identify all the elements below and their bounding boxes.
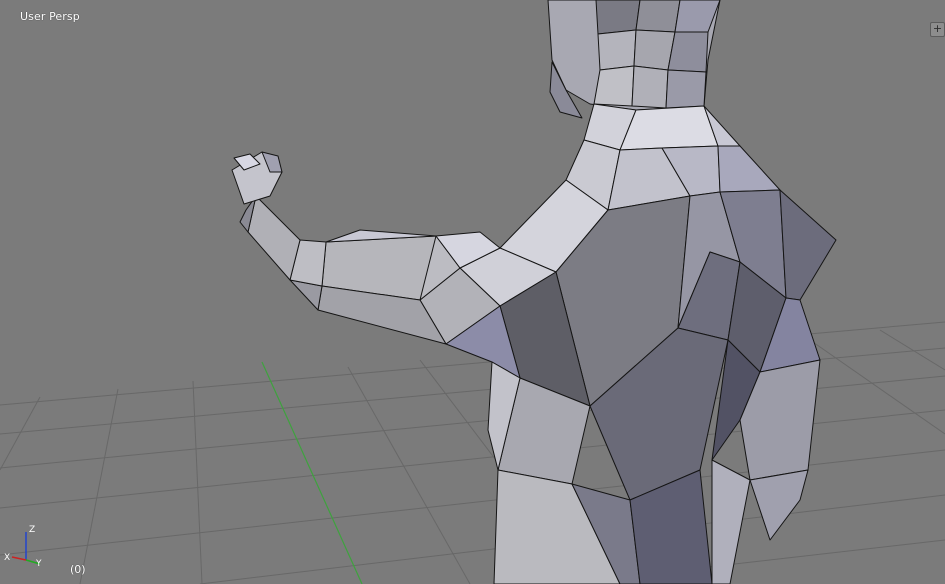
x-axis-line xyxy=(11,556,27,561)
3d-viewport[interactable]: User Persp + Z X Y (0) xyxy=(0,0,945,584)
y-axis-label: Y xyxy=(35,559,42,566)
region-split-widget[interactable]: + xyxy=(930,22,945,37)
viewport-scene[interactable] xyxy=(0,0,945,584)
z-axis-label: Z xyxy=(29,525,35,535)
x-axis-label: X xyxy=(4,553,10,563)
axis-orientation-gizmo: Z X Y xyxy=(4,525,42,566)
grid-y-axis-line xyxy=(261,361,363,584)
view-mode-label: User Persp xyxy=(20,10,80,23)
frame-number-label: (0) xyxy=(70,563,86,576)
